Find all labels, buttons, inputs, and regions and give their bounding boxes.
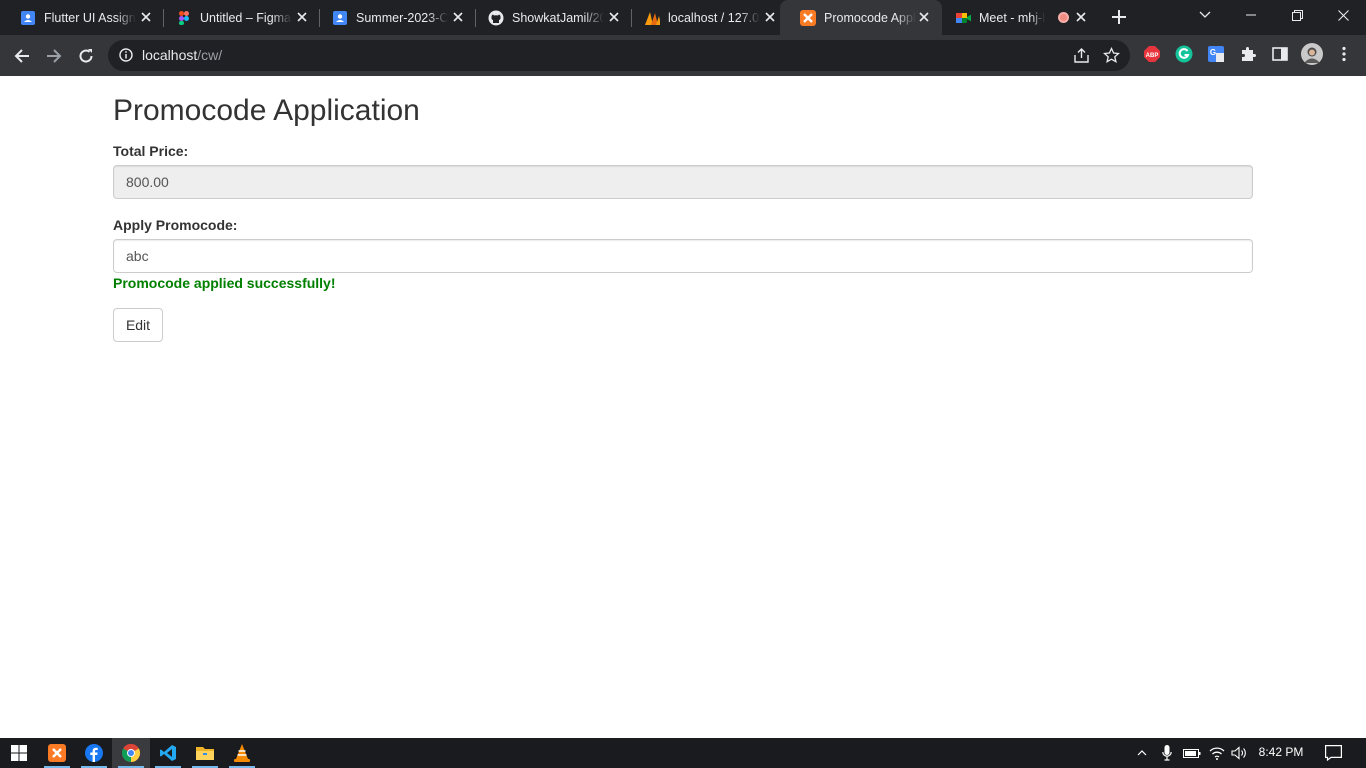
restore-button[interactable] (1274, 0, 1320, 30)
microphone-icon[interactable] (1158, 738, 1176, 768)
minimize-icon (1246, 14, 1256, 16)
close-icon[interactable] (606, 9, 622, 25)
google-docs-icon (20, 10, 36, 26)
promocode-label: Apply Promocode: (113, 217, 238, 233)
success-message: Promocode applied successfully! (113, 275, 336, 291)
taskbar-vlc[interactable] (223, 738, 261, 768)
taskbar-chrome[interactable] (112, 738, 150, 768)
tab-github[interactable]: ShowkatJamil/20 (468, 0, 632, 35)
start-button[interactable] (0, 738, 38, 768)
windows-taskbar: 8:42 PM (0, 738, 1366, 768)
arrow-left-icon (14, 49, 29, 63)
page-content: Promocode Application Total Price: Apply… (0, 76, 1366, 738)
tab-phpmyadmin[interactable]: localhost / 127.0.0.1 (624, 0, 788, 35)
new-tab-button[interactable] (1108, 6, 1130, 28)
chevron-down-icon (1199, 11, 1211, 18)
folder-icon (196, 747, 214, 760)
taskbar-xampp[interactable] (38, 738, 76, 768)
google-classroom-icon (332, 10, 348, 26)
info-icon[interactable] (119, 48, 133, 62)
recording-indicator-icon (1058, 12, 1069, 23)
url-path: /cw/ (197, 47, 223, 63)
reload-button[interactable] (73, 43, 99, 69)
more-vertical-icon (1342, 46, 1346, 62)
close-icon (1337, 9, 1349, 21)
phpmyadmin-icon (644, 10, 660, 26)
url-host: localhost (142, 47, 198, 63)
xampp-icon (48, 744, 66, 762)
vscode-icon (160, 745, 176, 761)
address-bar[interactable]: localhost/cw/ (108, 40, 1130, 71)
tab-figma[interactable]: Untitled – Figma (156, 0, 320, 35)
tab-promocode-application[interactable]: Promocode Application (780, 0, 942, 35)
chevron-up-icon (1137, 750, 1147, 756)
xampp-icon (800, 9, 816, 26)
total-price-label: Total Price: (113, 143, 189, 159)
minimize-button[interactable] (1228, 0, 1274, 30)
tab-google-meet[interactable]: Meet - mhj-b (935, 0, 1099, 35)
total-price-field[interactable] (113, 165, 1253, 199)
url-text[interactable]: localhost/cw/ (142, 47, 222, 63)
notification-center-icon (1324, 745, 1342, 761)
share-icon[interactable] (1073, 47, 1090, 64)
taskbar-vscode[interactable] (149, 738, 187, 768)
page-title: Promocode Application (113, 94, 420, 127)
tab-summer-2023[interactable]: Summer-2023-CSE (312, 0, 476, 35)
svg-text:ABP: ABP (1146, 53, 1159, 59)
browser-menu-button[interactable] (1335, 45, 1353, 63)
show-hidden-icons-button[interactable] (1134, 738, 1150, 768)
tab-flutter-ui-assignment[interactable]: Flutter UI Assignment (0, 0, 164, 35)
edit-button[interactable]: Edit (113, 308, 163, 342)
restore-icon (1291, 9, 1303, 21)
tab-title: localhost / 127.0.0.1 (668, 10, 760, 25)
bookmark-star-icon[interactable] (1103, 47, 1120, 64)
chrome-icon (122, 744, 140, 762)
taskbar-file-explorer[interactable] (186, 738, 224, 768)
profile-avatar[interactable] (1301, 43, 1323, 65)
taskbar-clock[interactable]: 8:42 PM (1250, 745, 1312, 759)
windows-start-icon (11, 745, 27, 761)
browser-tab-strip: Flutter UI Assignment Untitled – Figma S… (0, 0, 1366, 35)
volume-icon[interactable] (1229, 738, 1249, 768)
tab-title: Meet - mhj-b (979, 10, 1045, 25)
tab-title: ShowkatJamil/20 (512, 10, 604, 25)
side-panel-icon[interactable] (1271, 45, 1289, 63)
taskbar-facebook[interactable] (75, 738, 113, 768)
tab-title: Summer-2023-CSE (356, 10, 448, 25)
tab-title: Promocode Application (824, 10, 916, 25)
tab-title: Flutter UI Assignment (44, 10, 136, 25)
adblock-plus-icon[interactable]: ABP (1143, 45, 1161, 63)
grammarly-icon[interactable] (1175, 45, 1193, 63)
svg-text:G: G (1210, 48, 1216, 57)
close-icon[interactable] (450, 9, 466, 25)
tab-search-button[interactable] (1182, 0, 1228, 30)
notifications-button[interactable] (1322, 738, 1344, 768)
back-button[interactable] (9, 43, 35, 69)
google-translate-icon[interactable]: G (1207, 45, 1225, 63)
plus-icon (1112, 10, 1126, 24)
close-window-button[interactable] (1320, 0, 1366, 30)
github-icon (488, 10, 504, 26)
figma-icon (176, 10, 192, 26)
close-icon[interactable] (1073, 9, 1089, 25)
extensions-puzzle-icon[interactable] (1239, 45, 1257, 63)
facebook-icon (85, 744, 103, 762)
battery-icon[interactable] (1182, 738, 1202, 768)
vlc-icon (234, 744, 250, 762)
close-icon[interactable] (916, 9, 932, 25)
google-meet-icon (955, 10, 971, 26)
close-icon[interactable] (294, 9, 310, 25)
close-icon[interactable] (138, 9, 154, 25)
tab-title: Untitled – Figma (200, 10, 292, 25)
promocode-input[interactable] (113, 239, 1253, 273)
close-icon[interactable] (762, 9, 778, 25)
browser-toolbar: localhost/cw/ ABP G (0, 35, 1366, 76)
arrow-right-icon (47, 49, 62, 63)
wifi-icon[interactable] (1207, 738, 1227, 768)
forward-button[interactable] (41, 43, 67, 69)
reload-icon (79, 49, 93, 63)
